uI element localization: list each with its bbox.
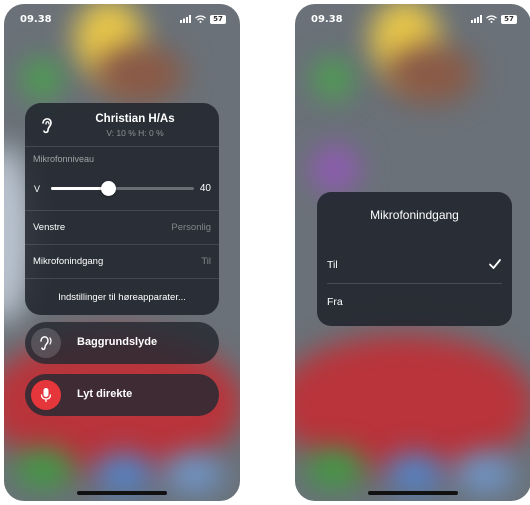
background-sounds-button[interactable]: Baggrundslyde bbox=[25, 322, 219, 364]
ear-waves-icon bbox=[40, 336, 52, 351]
mic-level-section: Mikrofonniveau V 40 bbox=[25, 147, 219, 211]
menu-title: Mikrofonindgang bbox=[370, 208, 459, 222]
wallpaper-blob bbox=[313, 59, 353, 99]
left-phone-screen: 09.38 57 Christian H/As V: 10 % H: 0 % M… bbox=[4, 4, 240, 501]
slider-side-label: V bbox=[34, 184, 41, 194]
hearing-control-panel: Christian H/As V: 10 % H: 0 % Mikrofonni… bbox=[25, 103, 219, 315]
mic-level-label: Mikrofonniveau bbox=[33, 154, 95, 164]
hearing-settings-link[interactable]: Indstillinger til høreapparater... bbox=[25, 281, 219, 315]
wallpaper-blob bbox=[310, 144, 360, 194]
status-time: 09.38 bbox=[311, 13, 343, 25]
live-listen-button[interactable]: Lyt direkte bbox=[25, 374, 219, 416]
row-label: Mikrofonindgang bbox=[33, 256, 104, 267]
wallpaper-blob bbox=[22, 59, 62, 99]
home-indicator bbox=[368, 491, 458, 495]
mic-level-slider[interactable] bbox=[51, 181, 194, 196]
signal-icon bbox=[180, 15, 191, 23]
wallpaper-blob bbox=[385, 454, 445, 494]
wallpaper-blob bbox=[164, 454, 224, 494]
device-name: Christian H/As bbox=[95, 113, 175, 125]
status-time: 09.38 bbox=[20, 13, 52, 25]
menu-option-on[interactable]: Til bbox=[327, 248, 502, 284]
option-label: Fra bbox=[327, 296, 343, 308]
battery-icon: 57 bbox=[501, 14, 517, 24]
row-value: Personlig bbox=[171, 222, 211, 233]
microphone-icon bbox=[40, 388, 52, 402]
side-row[interactable]: Venstre Personlig bbox=[25, 211, 219, 245]
device-levels: V: 10 % H: 0 % bbox=[106, 128, 164, 138]
mic-level-value: 40 bbox=[199, 183, 211, 194]
wifi-icon bbox=[486, 15, 497, 23]
background-sounds-label: Baggrundslyde bbox=[77, 336, 158, 348]
wallpaper-blob bbox=[305, 449, 365, 489]
wifi-icon bbox=[195, 15, 206, 23]
mic-input-row[interactable]: Mikrofonindgang Til bbox=[25, 245, 219, 279]
home-indicator bbox=[77, 491, 167, 495]
live-listen-label: Lyt direkte bbox=[77, 388, 133, 400]
row-label: Venstre bbox=[33, 222, 66, 233]
battery-icon: 57 bbox=[210, 14, 226, 24]
signal-icon bbox=[471, 15, 482, 23]
hearing-device-row[interactable]: Christian H/As V: 10 % H: 0 % bbox=[25, 103, 219, 147]
wallpaper-blob bbox=[385, 44, 475, 104]
wallpaper-blob bbox=[94, 44, 184, 104]
option-label: Til bbox=[327, 259, 338, 271]
mic-input-menu: Mikrofonindgang Til Fra bbox=[317, 192, 512, 326]
menu-option-off[interactable]: Fra bbox=[327, 285, 502, 321]
status-bar: 09.38 57 bbox=[295, 4, 530, 34]
right-phone-screen: 09.38 57 Mikrofonindgang Til Fra bbox=[295, 4, 530, 501]
wallpaper-blob bbox=[14, 449, 74, 489]
slider-fill bbox=[51, 187, 109, 190]
status-bar: 09.38 57 bbox=[4, 4, 240, 34]
wallpaper-blob bbox=[455, 454, 515, 494]
checkmark-icon bbox=[489, 259, 501, 269]
row-value: Til bbox=[201, 256, 211, 267]
slider-thumb[interactable] bbox=[101, 181, 117, 196]
wallpaper-blob bbox=[94, 454, 154, 494]
